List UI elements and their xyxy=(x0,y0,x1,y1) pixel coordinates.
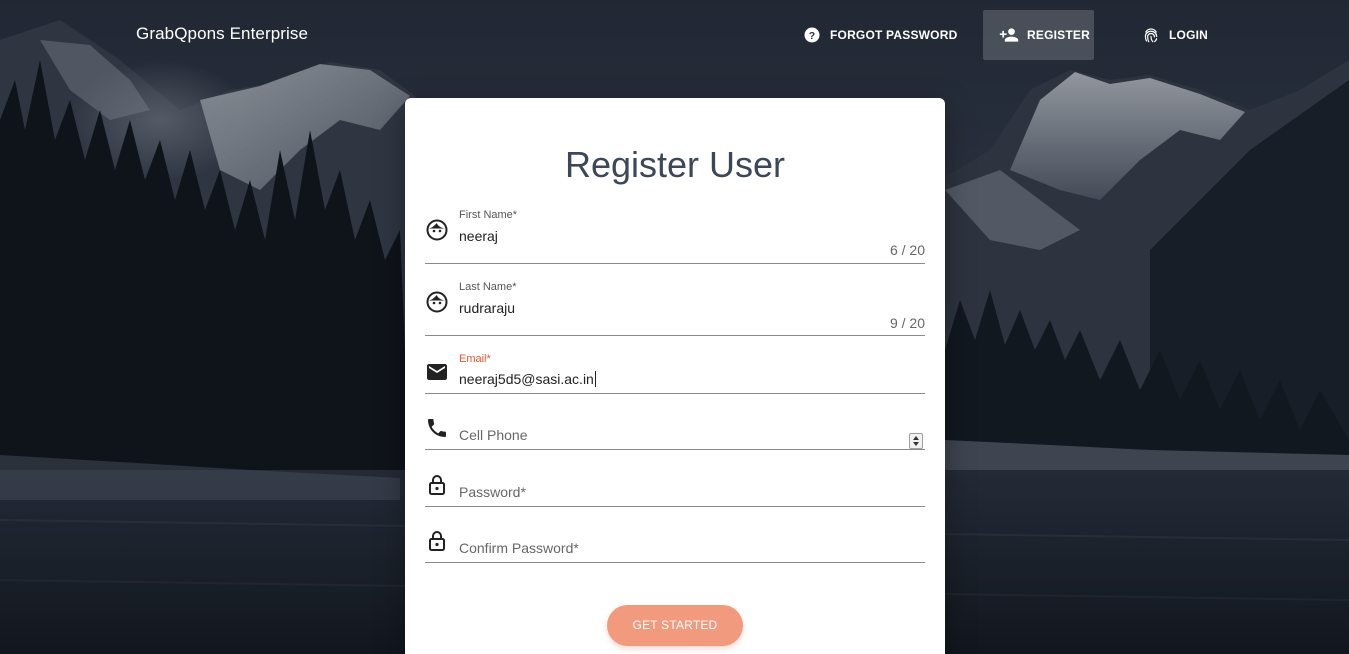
email-value: neeraj5d5@sasi.ac.in xyxy=(459,371,594,387)
first-name-value[interactable]: neeraj xyxy=(459,228,498,244)
nav-register-label: REGISTER xyxy=(1027,28,1090,42)
nav-register[interactable]: REGISTER xyxy=(983,10,1094,60)
confirm-password-field[interactable]: Confirm Password* xyxy=(425,524,925,564)
nav-login-label: LOGIN xyxy=(1169,28,1208,42)
page-title: Register User xyxy=(564,144,786,185)
first-name-label: First Name* xyxy=(459,209,518,221)
nav-login[interactable]: LOGIN xyxy=(1125,10,1224,60)
cell-phone-underline xyxy=(425,449,925,450)
password-field[interactable]: Password* xyxy=(425,468,925,508)
password-input[interactable]: Password* xyxy=(459,484,526,500)
number-spinner[interactable] xyxy=(909,433,923,449)
register-card: Register User First Name* neeraj 6 / 20 … xyxy=(405,98,945,654)
password-underline xyxy=(425,506,925,507)
mail-icon xyxy=(425,360,449,384)
cell-phone-input[interactable]: Cell Phone xyxy=(459,427,528,443)
last-name-label: Last Name* xyxy=(459,281,517,293)
text-caret xyxy=(594,371,596,387)
last-name-field[interactable]: Last Name* rudraraju 9 / 20 xyxy=(425,280,925,340)
last-name-underline xyxy=(425,335,925,336)
first-name-counter: 6 / 20 xyxy=(889,242,925,258)
phone-icon xyxy=(425,416,449,440)
face-icon xyxy=(425,218,449,242)
person-add-icon xyxy=(999,25,1019,45)
lock-icon xyxy=(425,529,449,553)
brand-name[interactable]: GrabQpons Enterprise xyxy=(136,24,308,44)
fingerprint-icon xyxy=(1141,25,1161,45)
lock-icon xyxy=(425,473,449,497)
email-underline xyxy=(425,393,925,394)
email-input[interactable]: neeraj5d5@sasi.ac.in xyxy=(459,371,596,387)
last-name-counter: 9 / 20 xyxy=(889,315,925,331)
confirm-password-input[interactable]: Confirm Password* xyxy=(459,540,579,556)
nav-forgot-password[interactable]: ? FORGOT PASSWORD xyxy=(786,10,973,60)
cell-phone-field[interactable]: Cell Phone xyxy=(425,410,925,450)
help-circle-icon: ? xyxy=(802,25,822,45)
last-name-value[interactable]: rudraraju xyxy=(459,300,515,316)
first-name-underline xyxy=(425,263,925,264)
get-started-button[interactable]: GET STARTED xyxy=(607,605,743,646)
confirm-password-underline xyxy=(425,562,925,563)
email-label: Email* xyxy=(459,353,491,365)
face-icon xyxy=(425,290,449,314)
first-name-field[interactable]: First Name* neeraj 6 / 20 xyxy=(425,208,925,268)
email-field[interactable]: Email* neeraj5d5@sasi.ac.in xyxy=(425,352,925,394)
nav-forgot-password-label: FORGOT PASSWORD xyxy=(830,28,958,42)
svg-text:?: ? xyxy=(809,30,816,42)
